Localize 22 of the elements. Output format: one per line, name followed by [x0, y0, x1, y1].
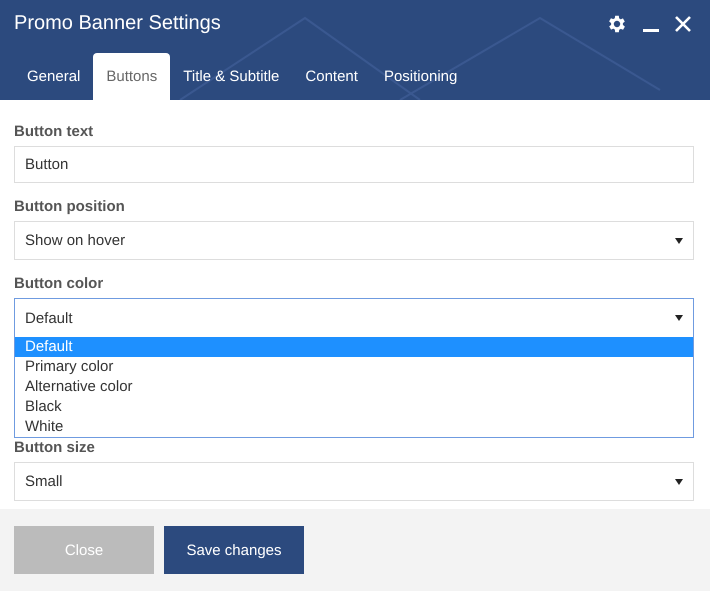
- window-title: Promo Banner Settings: [14, 12, 221, 35]
- tab[interactable]: Title & Subtitle: [170, 53, 292, 100]
- select-field[interactable]: Show on hover: [14, 221, 694, 260]
- tab[interactable]: Buttons: [93, 53, 170, 100]
- save-button[interactable]: Save changes: [164, 526, 304, 574]
- caret-icon: [675, 478, 683, 484]
- tab[interactable]: Content: [292, 53, 371, 100]
- dropdown-option[interactable]: Black: [15, 397, 693, 417]
- dropdown-option[interactable]: Alternative color: [15, 377, 693, 397]
- field-label: Button size: [14, 438, 95, 458]
- caret-icon: [675, 315, 683, 321]
- close-icon[interactable]: [674, 14, 692, 32]
- select-field[interactable]: Small: [14, 462, 694, 501]
- field-label: Button color: [14, 274, 104, 294]
- text-field[interactable]: Button: [14, 146, 694, 183]
- tab[interactable]: General: [14, 53, 94, 100]
- dropdown-option[interactable]: White: [15, 417, 693, 437]
- field-label: Button position: [14, 197, 125, 217]
- field-label: Button text: [14, 122, 94, 142]
- dropdown-option[interactable]: Primary color: [15, 357, 693, 377]
- tab[interactable]: Positioning: [370, 53, 470, 100]
- caret-icon: [675, 238, 683, 244]
